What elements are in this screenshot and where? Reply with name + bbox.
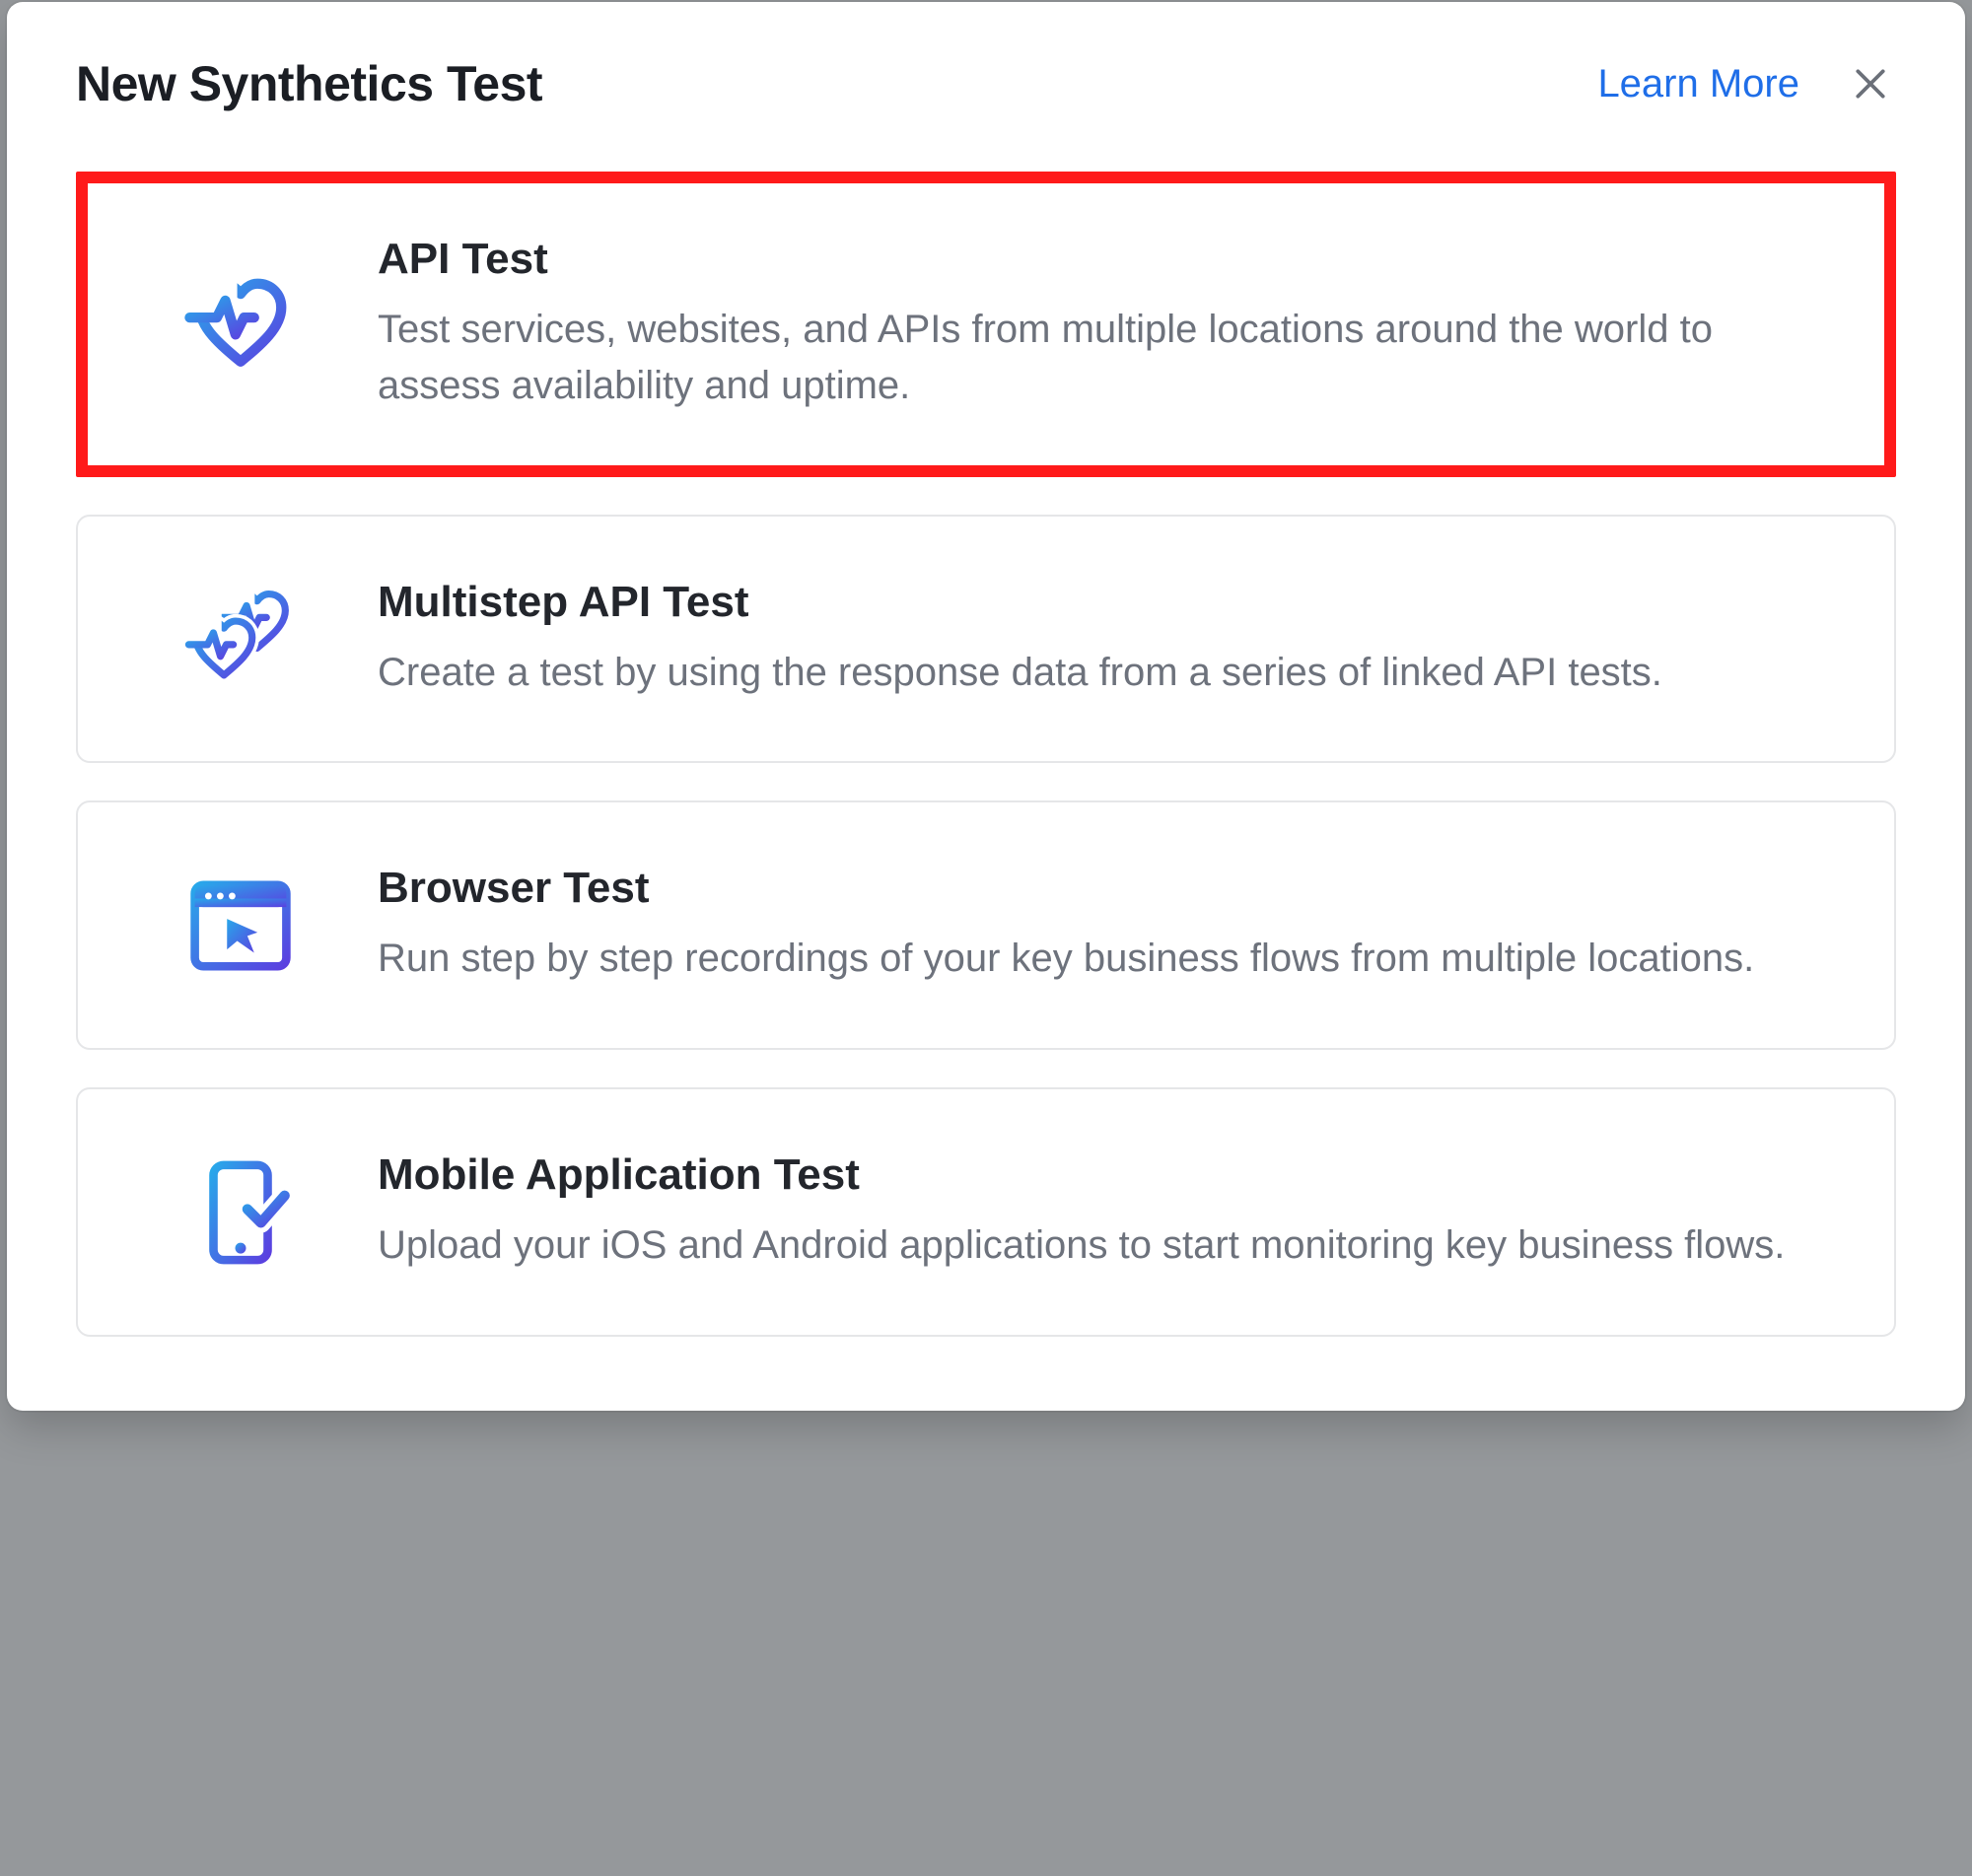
modal-header: New Synthetics Test Learn More bbox=[76, 55, 1896, 112]
new-synthetics-test-modal: New Synthetics Test Learn More bbox=[7, 2, 1965, 1411]
learn-more-link[interactable]: Learn More bbox=[1597, 62, 1799, 106]
option-title: Browser Test bbox=[378, 864, 1825, 913]
modal-title: New Synthetics Test bbox=[76, 55, 542, 112]
option-mobile-app-test[interactable]: Mobile Application Test Upload your iOS … bbox=[76, 1087, 1896, 1337]
multistep-heartbeat-icon bbox=[186, 585, 295, 693]
option-list: API Test Test services, websites, and AP… bbox=[76, 172, 1896, 1337]
option-multistep-api-test[interactable]: Multistep API Test Create a test by usin… bbox=[76, 515, 1896, 764]
option-description: Upload your iOS and Android applications… bbox=[378, 1217, 1825, 1274]
option-description: Run step by step recordings of your key … bbox=[378, 931, 1825, 987]
option-title: Multistep API Test bbox=[378, 578, 1825, 627]
option-description: Create a test by using the response data… bbox=[378, 645, 1825, 701]
option-title: Mobile Application Test bbox=[378, 1150, 1825, 1200]
close-icon bbox=[1852, 65, 1889, 103]
option-api-test[interactable]: API Test Test services, websites, and AP… bbox=[76, 172, 1896, 477]
close-button[interactable] bbox=[1845, 58, 1896, 109]
option-browser-test[interactable]: Browser Test Run step by step recordings… bbox=[76, 800, 1896, 1050]
option-title: API Test bbox=[378, 235, 1825, 284]
option-description: Test services, websites, and APIs from m… bbox=[378, 302, 1825, 414]
mobile-device-icon bbox=[186, 1158, 295, 1267]
heartbeat-icon bbox=[186, 270, 295, 379]
browser-window-icon bbox=[186, 871, 295, 980]
